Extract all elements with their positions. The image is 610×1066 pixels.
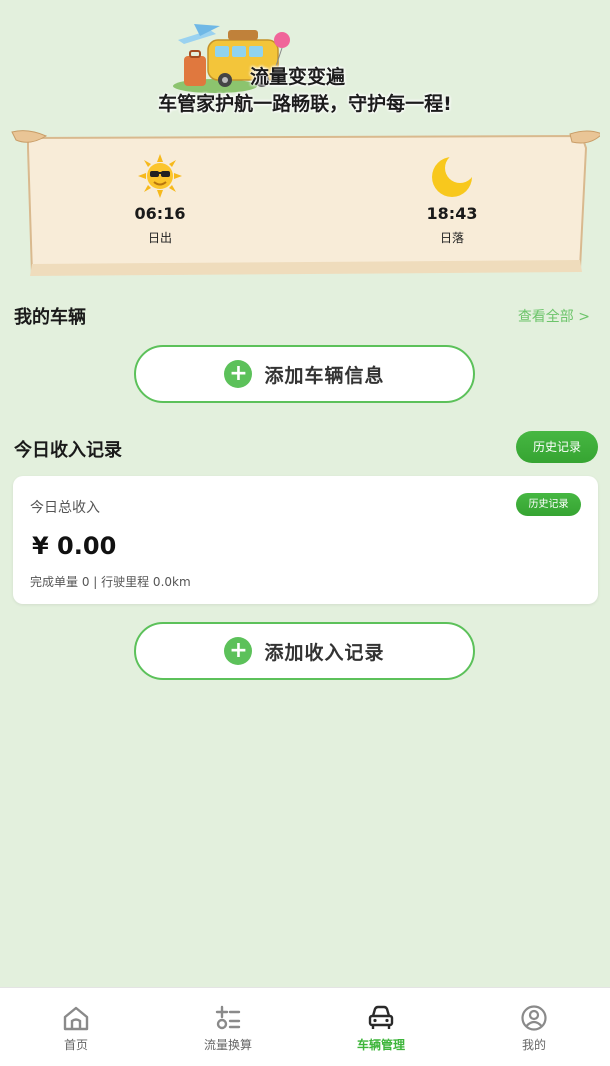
sun-icon	[138, 154, 182, 198]
tab-home[interactable]: 首页	[0, 988, 152, 1066]
tab-mine[interactable]: 我的	[458, 988, 610, 1066]
sunset-block: 18:43 日落	[412, 154, 492, 246]
user-icon	[521, 1005, 547, 1031]
scroll-background	[11, 130, 600, 276]
tab-vehicle-management-label: 车辆管理	[356, 1038, 405, 1052]
view-all-link[interactable]: 查看全部 >	[518, 306, 590, 326]
slogan-line-1: 流量变变遍	[250, 66, 346, 88]
add-vehicle-button[interactable]: + 添加车辆信息	[134, 345, 475, 403]
tab-home-label: 首页	[63, 1038, 88, 1052]
sun-times-scroll: 06:16 日出 18:43 日落	[10, 128, 600, 278]
moon-icon	[432, 157, 472, 197]
bottom-tab-bar: 首页 流量换算 车辆管理 我的	[0, 987, 610, 1066]
sunset-label: 日落	[439, 231, 464, 245]
add-income-button[interactable]: + 添加收入记录	[134, 622, 475, 680]
card-history-button[interactable]: 历史记录	[516, 493, 581, 516]
plus-icon: +	[224, 637, 253, 665]
home-icon	[63, 1006, 89, 1031]
tab-vehicle-management[interactable]: 车辆管理	[305, 988, 457, 1066]
sunset-time: 18:43	[426, 204, 478, 223]
sunrise-time: 06:16	[134, 204, 186, 223]
sunrise-label: 日出	[147, 231, 172, 245]
tab-mine-label: 我的	[521, 1038, 546, 1052]
tab-traffic-conversion-label: 流量换算	[203, 1038, 252, 1052]
calculator-icon	[215, 1005, 241, 1030]
today-income-card: 今日总收入 历史记录 ¥ 0.00 完成单量 0 | 行驶里程 0.0km	[13, 476, 598, 604]
car-icon	[368, 1005, 394, 1029]
header-banner: 流量变变遍 车管家护航一路畅联，守护每一程!	[0, 0, 610, 125]
plus-icon: +	[224, 360, 253, 388]
add-vehicle-label: 添加车辆信息	[264, 364, 385, 387]
today-income-summary: 完成单量 0 | 行驶里程 0.0km	[30, 575, 191, 589]
my-vehicles-title: 我的车辆	[14, 307, 86, 328]
tab-traffic-conversion[interactable]: 流量换算	[152, 988, 304, 1066]
slogan-line-2: 车管家护航一路畅联，守护每一程!	[158, 93, 452, 115]
history-records-button[interactable]: 历史记录	[516, 431, 598, 463]
income-section-title: 今日收入记录	[14, 440, 122, 461]
today-income-title: 今日总收入	[30, 500, 100, 516]
sunrise-block: 06:16 日出	[120, 154, 200, 246]
add-income-label: 添加收入记录	[264, 641, 385, 664]
today-income-amount: ¥ 0.00	[32, 532, 117, 560]
